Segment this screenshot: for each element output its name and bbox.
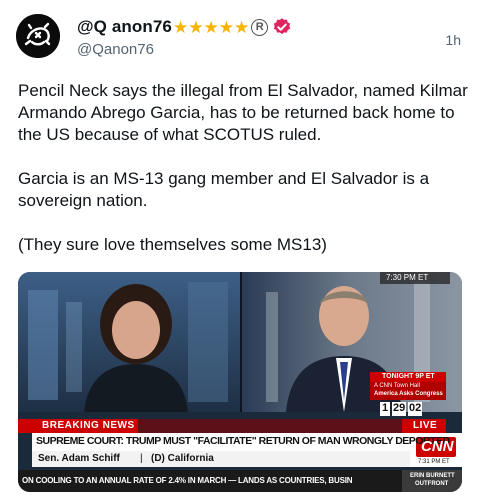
live-badge: LIVE <box>413 420 438 431</box>
star-icon: ★ <box>203 17 219 37</box>
chyron-headline: SUPREME COURT: TRUMP MUST "FACILITATE" R… <box>36 435 450 447</box>
star-icon: ★ <box>233 17 250 37</box>
tonight-label: TONIGHT 9P ET <box>382 373 435 380</box>
breaking-news-label: BREAKING NEWS <box>42 420 135 431</box>
star-badges: ★ ★ ★ ★ ★ <box>173 19 249 36</box>
display-name[interactable]: @Q anon76 <box>77 17 172 37</box>
chyron-speaker: Sen. Adam Schiff <box>38 453 120 464</box>
post-timestamp[interactable]: 1h <box>445 32 461 48</box>
registered-icon: R <box>251 18 269 36</box>
star-icon: ★ <box>172 17 189 37</box>
logo-time: 7:31 PM ET <box>418 459 450 465</box>
star-icon: ★ <box>218 17 234 37</box>
next-show-line1: ERIN BURNETT <box>410 473 455 479</box>
town-hall-line1: A CNN Town Hall <box>374 383 420 389</box>
verified-badge-icon <box>274 18 291 35</box>
post-paragraph: (They sure love themselves some MS13) <box>18 235 327 254</box>
countdown-hours: 1 <box>382 402 389 414</box>
avatar-logo-icon <box>16 14 60 58</box>
author-name-row: @Q anon76 ★ ★ ★ ★ ★ R <box>77 16 292 38</box>
video-thumbnail[interactable]: 7:30 PM ET TONIGHT 9P ET A CNN Town Hall… <box>18 272 462 492</box>
post-text: Pencil Neck says the illegal from El Sal… <box>18 80 468 256</box>
star-icon: ★ <box>188 17 204 37</box>
chyron-separator: | <box>140 453 143 464</box>
countdown-seconds: 02 <box>409 402 422 414</box>
next-show-line2: OUTFRONT <box>415 481 449 487</box>
countdown-minutes: 29 <box>393 402 406 414</box>
news-ticker: ON COOLING TO AN ANNUAL RATE OF 2.4% IN … <box>22 476 353 485</box>
avatar[interactable] <box>16 14 60 58</box>
chyron-speaker-party: (D) California <box>151 453 214 464</box>
post-card[interactable]: @Q anon76 ★ ★ ★ ★ ★ R @Qanon76 1h Pencil… <box>0 0 479 500</box>
post-paragraph: Pencil Neck says the illegal from El Sal… <box>18 81 468 144</box>
broadcast-clock: 7:30 PM ET <box>386 273 429 282</box>
post-paragraph: Garcia is an MS-13 gang member and El Sa… <box>18 169 430 210</box>
town-hall-line2: America Asks Congress <box>374 391 443 397</box>
author-handle[interactable]: @Qanon76 <box>77 41 154 58</box>
cnn-logo: CNN <box>421 438 454 455</box>
